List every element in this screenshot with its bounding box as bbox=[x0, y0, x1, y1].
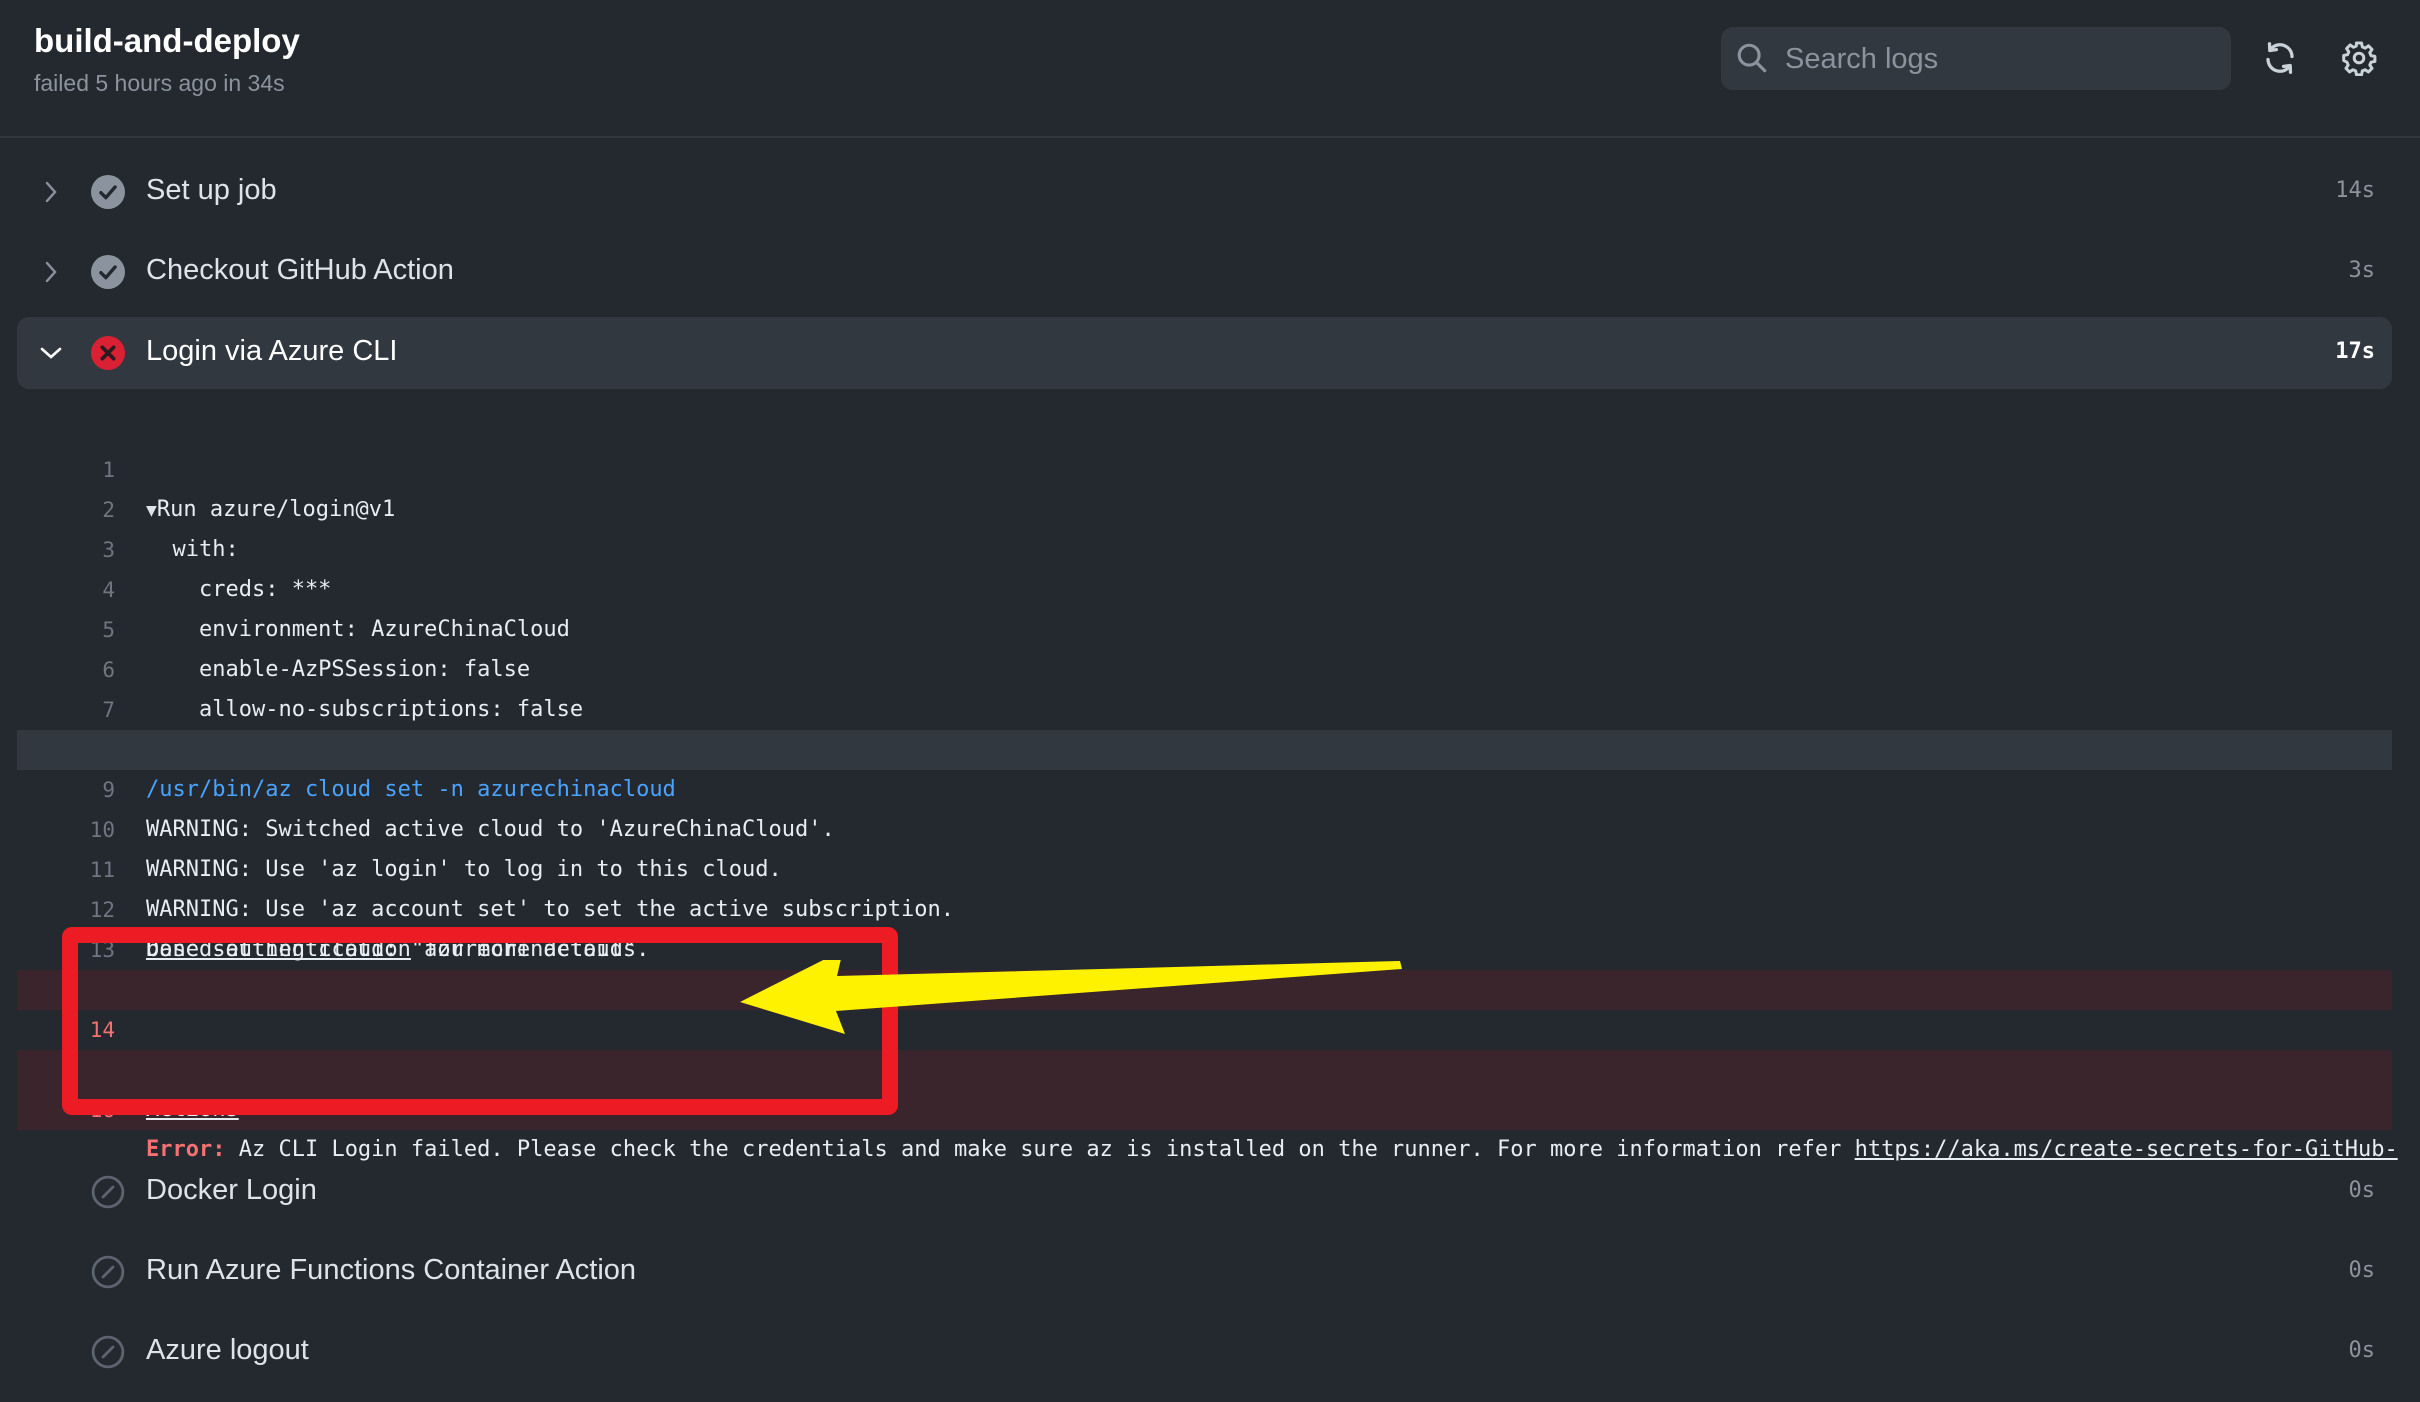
step-duration: 0s bbox=[2348, 1178, 2376, 1203]
step-duration: 14s bbox=[2335, 178, 2375, 203]
step-name: Azure logout bbox=[146, 1334, 309, 1366]
skipped-icon bbox=[91, 1255, 125, 1289]
chevron-right-icon[interactable] bbox=[39, 260, 63, 284]
log-line[interactable]: 2 with: bbox=[17, 450, 2392, 562]
step-name: Run Azure Functions Container Action bbox=[146, 1254, 637, 1286]
search-logs-field[interactable] bbox=[1721, 27, 2231, 90]
log-line[interactable]: 1 ▼Run azure/login@v1 bbox=[17, 410, 2392, 522]
success-check-icon bbox=[91, 255, 125, 289]
step-name: Set up job bbox=[146, 174, 277, 206]
step-checkout-github-action[interactable]: Checkout GitHub Action 3s bbox=[17, 236, 2392, 308]
search-icon bbox=[1737, 43, 1767, 73]
log-line[interactable]: 11 WARNING: Use 'az account set' to set … bbox=[17, 810, 2392, 922]
step-name: Login via Azure CLI bbox=[146, 335, 398, 367]
job-status-summary: failed 5 hours ago in 34s bbox=[34, 70, 285, 96]
log-line-highlighted[interactable]: 9 WARNING: Switched active cloud to 'Azu… bbox=[17, 730, 2392, 842]
step-run-azure-functions-container-action[interactable]: Run Azure Functions Container Action 0s bbox=[17, 1236, 2392, 1308]
step-duration: 3s bbox=[2348, 258, 2376, 283]
log-line-error[interactable]: 16 Error: Az CLI Login failed. Please ch… bbox=[17, 1050, 2398, 1162]
step-duration: 17s bbox=[2335, 339, 2375, 364]
step-azure-logout[interactable]: Azure logout 0s bbox=[17, 1316, 2392, 1388]
log-line-command[interactable]: 8 /usr/bin/az cloud set -n azurechinaclo… bbox=[17, 690, 2392, 802]
step-set-up-job[interactable]: Set up job 14s bbox=[17, 156, 2392, 228]
log-line[interactable]: 12 Done setting cloud: "azurechinacloud" bbox=[17, 850, 2392, 962]
log-line[interactable]: 7 audience: api://AzureADTokenExchange bbox=[17, 650, 2392, 762]
failure-x-icon bbox=[91, 336, 125, 370]
step-login-via-azure-cli[interactable]: Login via Azure CLI 17s bbox=[17, 317, 2392, 389]
refresh-icon[interactable] bbox=[2262, 40, 2298, 76]
log-line[interactable]: 6 allow-no-subscriptions: false bbox=[17, 610, 2392, 722]
step-duration: 0s bbox=[2348, 1258, 2376, 1283]
log-line[interactable]: 3 creds: *** bbox=[17, 490, 2392, 602]
job-title: build-and-deploy bbox=[34, 22, 300, 59]
log-line-error[interactable]: 14 Error: : No subscriptions found for *… bbox=[17, 970, 2392, 1082]
log-line[interactable]: 13 Note: Azure/login action also support… bbox=[17, 890, 2392, 1002]
line-number[interactable]: 13 bbox=[17, 930, 115, 970]
log-line[interactable]: 15 bbox=[17, 1010, 2392, 1082]
step-log-output: 1 ▼Run azure/login@v1 2 with: 3 creds: *… bbox=[17, 410, 2398, 1162]
job-header: build-and-deploy failed 5 hours ago in 3… bbox=[0, 0, 2420, 138]
search-logs-input[interactable] bbox=[1783, 35, 2217, 83]
skipped-icon bbox=[91, 1335, 125, 1369]
log-line[interactable]: 4 environment: AzureChinaCloud bbox=[17, 530, 2392, 642]
chevron-right-icon[interactable] bbox=[39, 180, 63, 204]
step-docker-login[interactable]: Docker Login 0s bbox=[17, 1156, 2392, 1228]
step-name: Checkout GitHub Action bbox=[146, 254, 454, 286]
oidc-docs-link-continued[interactable]: based-authentication bbox=[146, 937, 411, 962]
skipped-icon bbox=[91, 1175, 125, 1209]
create-secrets-link-continued[interactable]: Actions bbox=[146, 1097, 239, 1122]
step-name: Docker Login bbox=[146, 1174, 317, 1206]
step-duration: 0s bbox=[2348, 1338, 2376, 1363]
log-line[interactable]: 5 enable-AzPSSession: false bbox=[17, 570, 2392, 682]
chevron-down-icon[interactable] bbox=[39, 341, 63, 365]
log-text: for more details. bbox=[410, 937, 650, 962]
line-number[interactable]: 16 bbox=[17, 1090, 115, 1130]
gear-icon[interactable] bbox=[2341, 40, 2377, 76]
success-check-icon bbox=[91, 175, 125, 209]
log-line[interactable]: 10 WARNING: Use 'az login' to log in to … bbox=[17, 770, 2392, 882]
